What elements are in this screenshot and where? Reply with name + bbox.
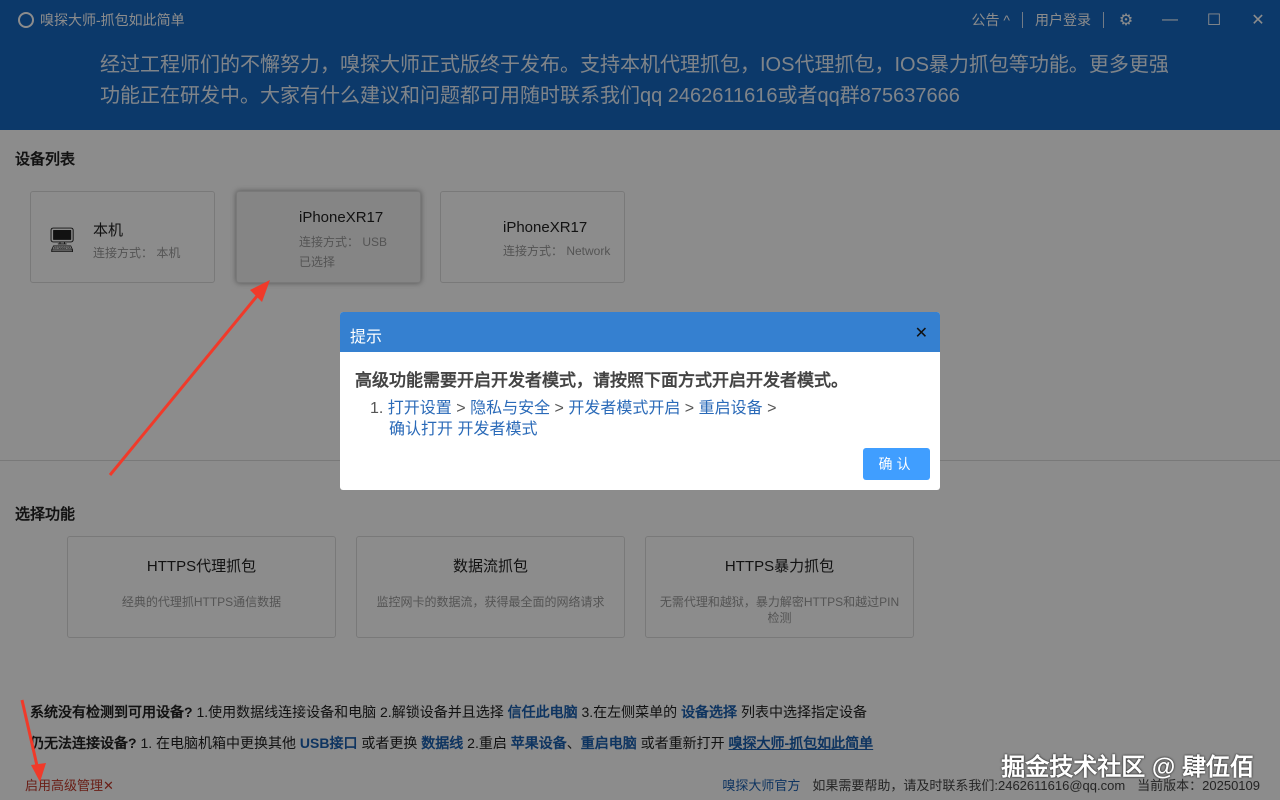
step-privacy[interactable]: 隐私与安全	[470, 400, 550, 417]
step-number: 1.	[370, 400, 383, 417]
step-dev-mode[interactable]: 开发者模式开启	[568, 400, 680, 417]
dialog-close-icon[interactable]: ✕	[915, 323, 928, 343]
step-separator: >	[767, 400, 776, 417]
step-separator: >	[555, 400, 564, 417]
step-separator: >	[685, 400, 694, 417]
dialog-title: 提示	[340, 312, 940, 352]
watermark: 掘金技术社区 @ 肆伍佰	[1001, 747, 1254, 782]
step-confirm[interactable]: 确认打开 开发者模式	[389, 421, 537, 438]
dialog-message: 高级功能需要开启开发者模式，请按照下面方式开启开发者模式。	[355, 366, 848, 391]
confirm-button[interactable]: 确认	[863, 448, 930, 480]
step-open-settings[interactable]: 打开设置	[388, 400, 452, 417]
step-separator: >	[456, 400, 465, 417]
tip-dialog: 提示 ✕ 高级功能需要开启开发者模式，请按照下面方式开启开发者模式。 1. 打开…	[340, 312, 940, 490]
dialog-steps: 1. 打开设置 > 隐私与安全 > 开发者模式开启 > 重启设备 > 确认打开 …	[370, 398, 810, 440]
step-restart[interactable]: 重启设备	[699, 400, 763, 417]
